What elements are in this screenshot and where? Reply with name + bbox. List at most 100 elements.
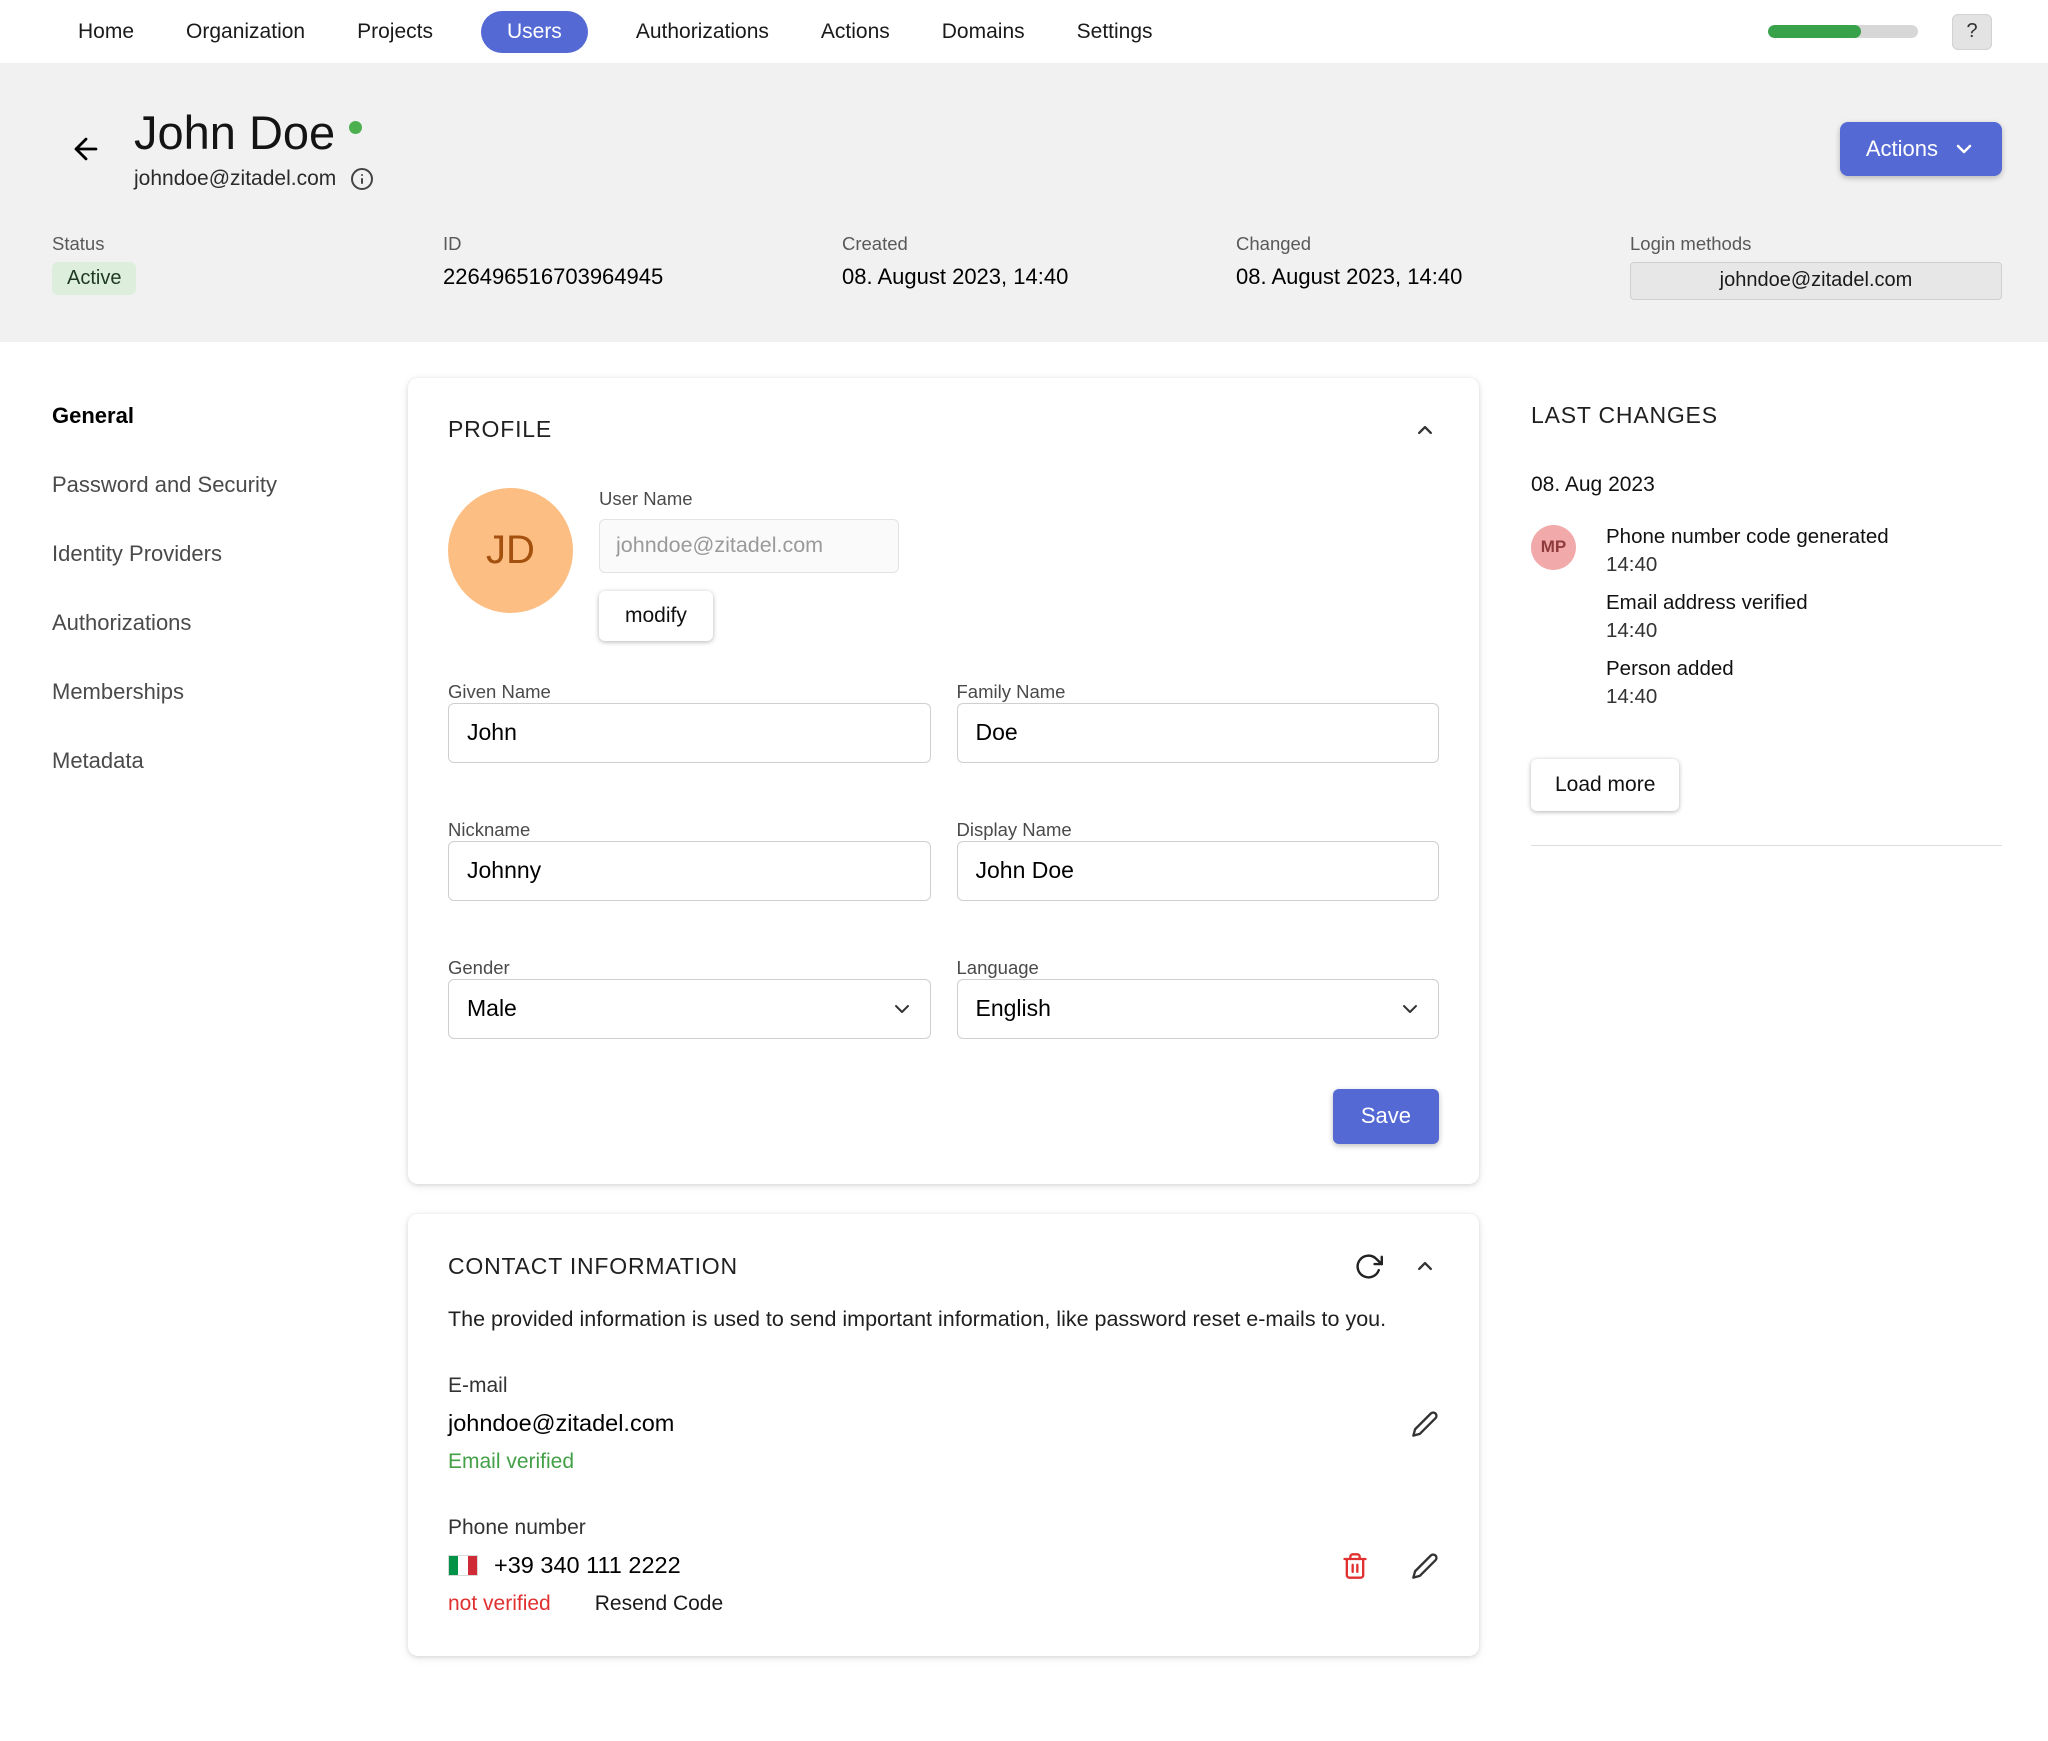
change-event-time: 14:40: [1606, 553, 1889, 577]
change-author-avatar: MP: [1531, 525, 1576, 570]
id-label: ID: [443, 233, 842, 255]
status-label: Status: [52, 233, 443, 255]
help-button[interactable]: ?: [1952, 14, 1992, 50]
nav-item-organization[interactable]: Organization: [182, 11, 309, 53]
family-name-input[interactable]: [957, 703, 1440, 763]
change-event: Person added 14:40: [1606, 657, 1889, 709]
email-section: E-mail johndoe@zitadel.com Email: [448, 1374, 1439, 1474]
gender-label: Gender: [448, 957, 510, 978]
nav-item-projects[interactable]: Projects: [353, 11, 437, 53]
sidebar-item-password-security[interactable]: Password and Security: [52, 472, 277, 498]
login-method-chip: johndoe@zitadel.com: [1630, 262, 2002, 300]
display-name-input[interactable]: [957, 841, 1440, 901]
email-verified-status: Email verified: [448, 1450, 1439, 1474]
phone-value: +39 340 111 2222: [494, 1552, 681, 1579]
contact-card: CONTACT INFORMATION: [408, 1214, 1479, 1656]
actions-button[interactable]: Actions: [1840, 122, 2002, 176]
changed-label: Changed: [1236, 233, 1630, 255]
contact-card-title: CONTACT INFORMATION: [448, 1253, 738, 1280]
user-email: johndoe@zitadel.com: [134, 167, 336, 191]
section-sidebar: General Password and Security Identity P…: [52, 378, 352, 1656]
nav-item-home[interactable]: Home: [74, 11, 138, 53]
change-event: Email address verified 14:40: [1606, 591, 1889, 643]
trash-icon: [1341, 1552, 1369, 1580]
chevron-down-icon: [1952, 137, 1976, 161]
change-event-text: Phone number code generated: [1606, 525, 1889, 549]
sidebar-item-identity-providers[interactable]: Identity Providers: [52, 541, 222, 567]
back-arrow-icon: [69, 132, 103, 166]
sidebar-item-metadata[interactable]: Metadata: [52, 748, 144, 774]
last-changes-title: LAST CHANGES: [1531, 402, 2002, 429]
profile-card-title: PROFILE: [448, 416, 552, 443]
sidebar-item-general[interactable]: General: [52, 403, 134, 429]
pencil-icon: [1411, 1552, 1439, 1580]
change-event: Phone number code generated 14:40: [1606, 525, 1889, 577]
italy-flag-icon: [448, 1555, 478, 1576]
active-status-dot: [349, 121, 362, 134]
user-meta-row: Status Active ID 226496516703964945 Crea…: [52, 233, 2002, 300]
language-select[interactable]: English: [957, 979, 1440, 1039]
nav-item-authorizations[interactable]: Authorizations: [632, 11, 773, 53]
contact-collapse-button[interactable]: [1411, 1252, 1439, 1280]
gender-select-value: Male: [467, 995, 517, 1022]
edit-phone-button[interactable]: [1411, 1552, 1439, 1580]
language-label: Language: [957, 957, 1039, 978]
content-area: General Password and Security Identity P…: [0, 342, 2048, 1696]
display-name-label: Display Name: [957, 819, 1072, 840]
last-changes-panel: LAST CHANGES 08. Aug 2023 MP Phone numbe…: [1531, 378, 2002, 1656]
panel-divider: [1531, 845, 2002, 846]
given-name-label: Given Name: [448, 681, 551, 702]
load-more-button[interactable]: Load more: [1531, 759, 1679, 811]
sidebar-item-memberships[interactable]: Memberships: [52, 679, 184, 705]
progress-bar: [1768, 25, 1918, 38]
gender-select[interactable]: Male: [448, 979, 931, 1039]
contact-description: The provided information is used to send…: [448, 1307, 1439, 1332]
chevron-up-icon: [1411, 1252, 1439, 1280]
save-button[interactable]: Save: [1333, 1089, 1439, 1144]
nav-item-actions[interactable]: Actions: [817, 11, 894, 53]
phone-section: Phone number +39 340 111 2222: [448, 1516, 1439, 1616]
changed-value: 08. August 2023, 14:40: [1236, 264, 1630, 290]
nickname-input[interactable]: [448, 841, 931, 901]
sidebar-item-authorizations[interactable]: Authorizations: [52, 610, 191, 636]
refresh-button[interactable]: [1354, 1252, 1383, 1281]
nav-item-settings[interactable]: Settings: [1073, 11, 1157, 53]
delete-phone-button[interactable]: [1341, 1552, 1369, 1580]
change-event-time: 14:40: [1606, 619, 1889, 643]
progress-fill: [1768, 25, 1861, 38]
refresh-icon: [1354, 1252, 1383, 1281]
email-value: johndoe@zitadel.com: [448, 1410, 674, 1437]
edit-email-button[interactable]: [1411, 1410, 1439, 1438]
info-icon[interactable]: [350, 167, 374, 191]
status-badge: Active: [52, 262, 136, 295]
change-event-text: Person added: [1606, 657, 1889, 681]
pencil-icon: [1411, 1410, 1439, 1438]
resend-code-button[interactable]: Resend Code: [595, 1592, 723, 1616]
modify-button[interactable]: modify: [599, 591, 713, 641]
user-avatar: JD: [448, 488, 573, 613]
nav-item-domains[interactable]: Domains: [938, 11, 1029, 53]
nav-item-users[interactable]: Users: [481, 11, 588, 53]
user-header: John Doe johndoe@zitadel.com Actions: [0, 63, 2048, 342]
id-value: 226496516703964945: [443, 264, 842, 290]
back-button[interactable]: [64, 127, 108, 171]
login-methods-label: Login methods: [1630, 233, 2002, 255]
change-event-time: 14:40: [1606, 685, 1889, 709]
profile-collapse-button[interactable]: [1411, 416, 1439, 444]
created-value: 08. August 2023, 14:40: [842, 264, 1236, 290]
family-name-label: Family Name: [957, 681, 1066, 702]
phone-not-verified-status: not verified: [448, 1592, 551, 1616]
changes-date: 08. Aug 2023: [1531, 473, 2002, 497]
language-select-value: English: [976, 995, 1051, 1022]
nickname-label: Nickname: [448, 819, 530, 840]
actions-button-label: Actions: [1866, 136, 1938, 162]
given-name-input[interactable]: [448, 703, 931, 763]
chevron-down-icon: [890, 997, 914, 1021]
top-navigation: Home Organization Projects Users Authori…: [0, 0, 2048, 63]
chevron-down-icon: [1398, 997, 1422, 1021]
main-column: PROFILE JD User Name mod: [408, 378, 1479, 1656]
email-label: E-mail: [448, 1374, 1439, 1398]
page-title: John Doe: [134, 107, 335, 159]
nav-right-group: ?: [1768, 14, 1992, 50]
username-label: User Name: [599, 488, 899, 510]
